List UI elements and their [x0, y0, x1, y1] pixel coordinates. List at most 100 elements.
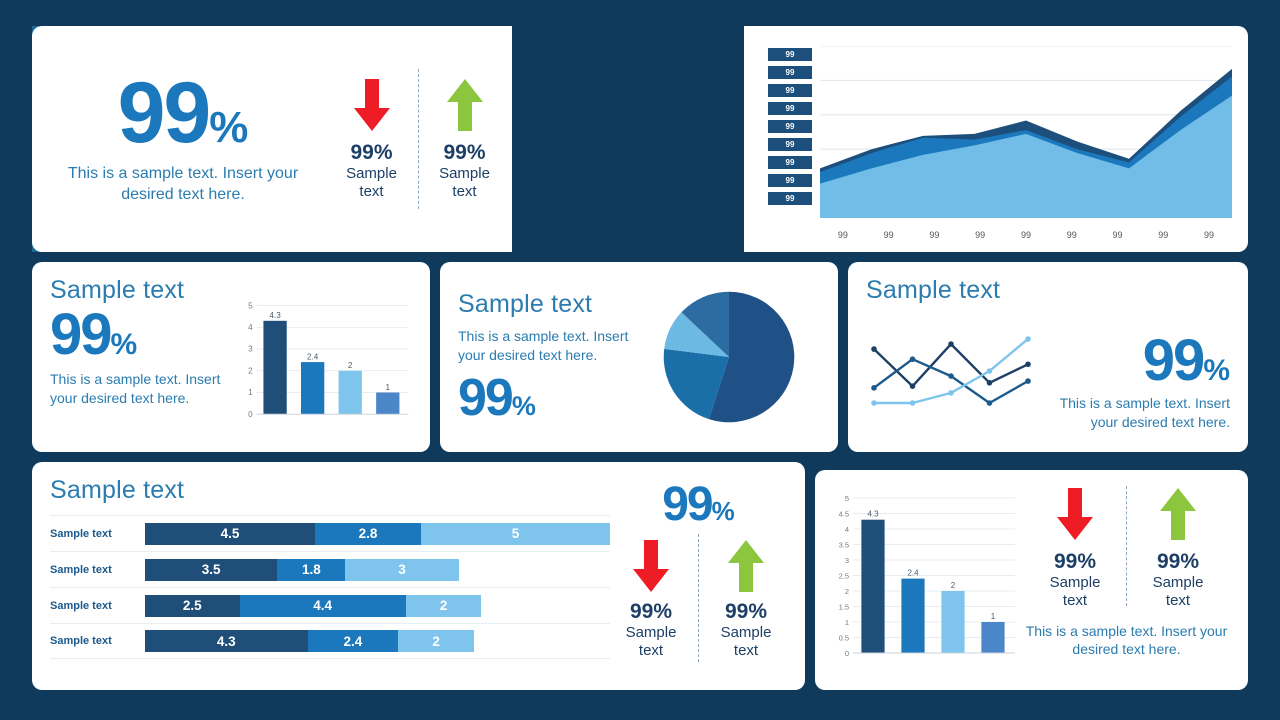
bar-card-percentage: 99% [50, 306, 240, 364]
bar-chart-card: Sample text 99% This is a sample text. I… [32, 262, 430, 452]
svg-text:0: 0 [248, 410, 253, 419]
svg-text:5: 5 [248, 301, 253, 310]
svg-text:3: 3 [248, 345, 253, 354]
stacked-bar-remainder [481, 595, 610, 617]
bar-chart-fine: 0 0.5 1 1.5 2 2.5 3 3.5 4 4.5 5 4.3 2.4 2 1 [829, 482, 1019, 678]
mix-stat-up-label: Sample text [1152, 574, 1204, 609]
stacked-bar-row-label: Sample text [50, 599, 112, 612]
svg-text:4.3: 4.3 [867, 510, 879, 519]
x-tick-label: 99 [929, 230, 940, 240]
stacked-bar-segment: 5 [420, 522, 610, 545]
stacked-bar-segment: 4.3 [145, 630, 308, 652]
line-card-description: This is a sample text. Insert your desir… [1059, 395, 1230, 430]
hero-kpi-main: 99% This is a sample text. Insert your d… [32, 70, 324, 205]
bar-card-description: This is a sample text. Insert your desir… [50, 371, 221, 406]
stacked-bar-track: 4.3 2.4 2 [145, 630, 610, 652]
arrow-down-icon [1055, 486, 1095, 542]
mix-stat-down-label: Sample text [1049, 574, 1101, 609]
svg-text:2.5: 2.5 [839, 572, 849, 581]
arrow-up-icon [726, 538, 766, 594]
hero-stats-group: 99% Sample text 99% Sample text [324, 69, 512, 209]
svg-text:2: 2 [248, 366, 253, 375]
x-tick-label: 99 [1020, 230, 1031, 240]
svg-text:1: 1 [386, 383, 391, 392]
stacked-bar-row: Sample text 4.5 2.8 5 [50, 515, 610, 551]
line-chart-card: Sample text 99% This is a sample text. I… [848, 262, 1248, 452]
hero-big-symbol: % [209, 103, 249, 153]
area-chart-plot [820, 46, 1232, 218]
svg-text:4.3: 4.3 [269, 311, 281, 320]
y-tick-badge: 99 [768, 102, 812, 115]
area-chart-card: 99 99 99 99 99 99 99 99 99 99 99 99 99 9… [744, 26, 1248, 252]
pie-card-value: 99 [458, 369, 514, 428]
x-tick-label: 99 [975, 230, 986, 240]
stacked-bar-track: 2.5 4.4 2 [145, 594, 610, 617]
pie-card-percentage: 99% [458, 372, 638, 424]
x-tick-label: 99 [1158, 230, 1169, 240]
stacked-stat-up-label: Sample text [720, 623, 772, 659]
stacked-bar-row-label: Sample text [50, 563, 112, 576]
hero-stat-down: 99% Sample text [330, 77, 414, 201]
stacked-bar-chart: Sample text Sample text 4.5 2.8 5 Sample tex… [50, 476, 610, 676]
stacked-bar-track: 4.5 2.8 5 [145, 522, 610, 545]
line-card-value: 99 [1142, 328, 1205, 393]
x-tick-label: 99 [837, 230, 848, 240]
stacked-card-percentage: 99% [662, 481, 735, 529]
stacked-bar-row-label: Sample text [50, 527, 112, 540]
pie-card-text: Sample text This is a sample text. Inser… [458, 290, 638, 424]
hero-description: This is a sample text. Insert your desir… [67, 164, 299, 203]
bar-card-title: Sample text [50, 276, 185, 304]
svg-text:1.5: 1.5 [839, 603, 849, 612]
stacked-bar-segment: 2.8 [315, 522, 421, 545]
pie-chart-card: Sample text This is a sample text. Inser… [440, 262, 838, 452]
stacked-bar-remainder [459, 559, 610, 581]
line-card-text: 99% This is a sample text. Insert your d… [1046, 305, 1230, 437]
mix-stats-divider [1126, 486, 1127, 606]
stacked-bar-segment: 2.4 [307, 630, 399, 652]
dashboard-slide: 99% This is a sample text. Insert your d… [0, 0, 1280, 720]
area-chart: 99 99 99 99 99 99 99 99 99 99 99 99 99 9… [744, 26, 1248, 252]
hero-stat-up: 99% Sample text [423, 77, 507, 201]
x-tick-label: 99 [1204, 230, 1215, 240]
stacked-bar-segment: 3.5 [145, 558, 278, 581]
pie-card-title: Sample text [458, 290, 593, 319]
svg-text:2: 2 [951, 581, 956, 590]
svg-text:0.5: 0.5 [839, 634, 849, 643]
svg-text:5: 5 [845, 494, 849, 503]
svg-text:4: 4 [845, 525, 849, 534]
stacked-bar-segment: 2 [405, 594, 482, 617]
stacked-stat-down: 99% Sample text [610, 534, 692, 660]
mix-stat-down: 99% Sample text [1032, 486, 1118, 610]
svg-text:3: 3 [845, 556, 849, 565]
svg-text:2: 2 [348, 361, 353, 370]
hero-stat-up-value: 99% [443, 141, 486, 164]
svg-text:3.5: 3.5 [839, 541, 849, 550]
pie-card-symbol: % [511, 391, 536, 422]
arrow-up-icon [445, 77, 485, 133]
stacked-card-value: 99 [662, 478, 713, 531]
hero-stat-down-value: 99% [350, 141, 393, 164]
x-tick-label: 99 [883, 230, 894, 240]
stacked-stat-up: 99% Sample text [705, 534, 787, 660]
bar-chart-small: 0 1 2 3 4 5 4.3 2.4 2 1 [240, 276, 412, 438]
x-tick-label: 99 [1066, 230, 1077, 240]
hero-stat-up-label: Sample text [439, 165, 490, 200]
y-tick-badge: 99 [768, 174, 812, 187]
hero-stats-divider [417, 69, 419, 209]
stacked-bar-segment: 1.8 [277, 558, 346, 581]
stacked-bar-row: Sample text 4.3 2.4 2 [50, 623, 610, 659]
svg-text:2: 2 [845, 587, 849, 596]
stacked-bar-segment: 4.5 [145, 522, 316, 545]
stacked-stats-divider [698, 533, 699, 662]
y-tick-badge: 99 [768, 156, 812, 169]
svg-text:1: 1 [248, 388, 253, 397]
stacked-bar-segment: 2 [398, 630, 474, 652]
pie-card-description: This is a sample text. Insert your desir… [458, 328, 629, 363]
area-chart-y-axis: 99 99 99 99 99 99 99 99 99 [768, 48, 812, 205]
stacked-bar-segment: 4.4 [239, 594, 406, 617]
stacked-bar-row: Sample text 2.5 4.4 2 [50, 587, 610, 623]
stacked-card-stats: 99% 99% Sample text 99% Sample text [610, 476, 787, 676]
line-chart [866, 305, 1046, 437]
stacked-stat-down-label: Sample text [625, 623, 677, 659]
pie-chart [638, 289, 820, 425]
